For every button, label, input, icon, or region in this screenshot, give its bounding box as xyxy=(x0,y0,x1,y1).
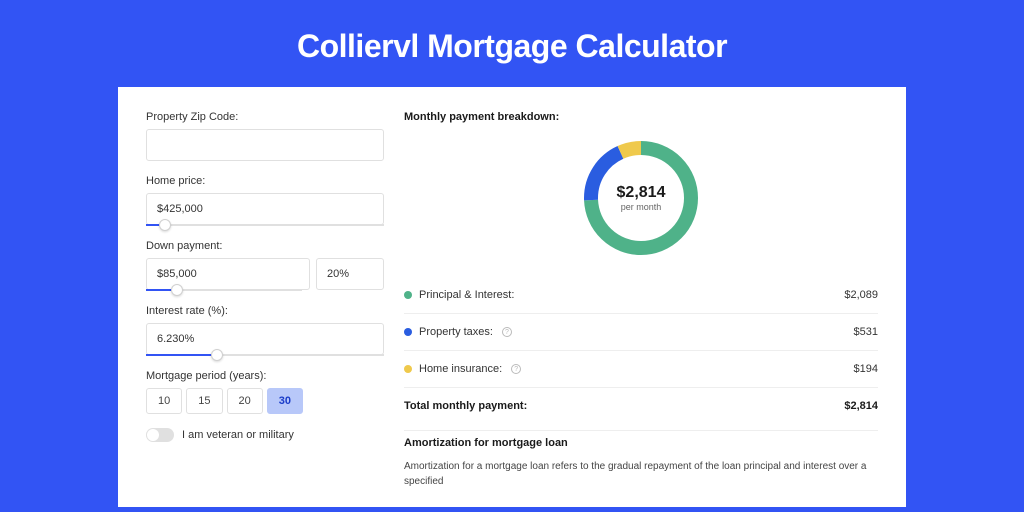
down-payment-input[interactable] xyxy=(146,258,310,290)
divider xyxy=(404,430,878,431)
zip-field: Property Zip Code: xyxy=(146,111,384,161)
total-row: Total monthly payment: $2,814 xyxy=(404,392,878,426)
down-payment-pct-input[interactable] xyxy=(316,258,384,290)
donut-amount: $2,814 xyxy=(617,184,666,202)
home-price-slider[interactable] xyxy=(146,224,384,226)
divider xyxy=(404,350,878,351)
page-title: Colliervl Mortgage Calculator xyxy=(0,0,1024,87)
breakdown-column: Monthly payment breakdown: $2,814 per mo… xyxy=(404,111,878,507)
legend-label: Principal & Interest: xyxy=(419,289,514,301)
veteran-toggle[interactable] xyxy=(146,428,174,442)
zip-input[interactable] xyxy=(146,129,384,161)
legend-label: Home insurance: xyxy=(419,363,502,375)
interest-rate-field: Interest rate (%): xyxy=(146,305,384,356)
legend-dot-icon xyxy=(404,328,412,336)
toggle-knob xyxy=(147,429,159,441)
info-icon[interactable]: ? xyxy=(502,327,512,337)
slider-thumb[interactable] xyxy=(159,219,171,231)
interest-rate-slider[interactable] xyxy=(146,354,384,356)
legend-dot-icon xyxy=(404,365,412,373)
home-price-label: Home price: xyxy=(146,175,384,187)
down-payment-field: Down payment: xyxy=(146,240,384,291)
legend-row: Principal & Interest: $2,089 xyxy=(404,281,878,309)
veteran-label: I am veteran or military xyxy=(182,429,294,441)
interest-rate-label: Interest rate (%): xyxy=(146,305,384,317)
donut-sub: per month xyxy=(621,202,662,212)
legend-value: $194 xyxy=(854,363,878,375)
period-field: Mortgage period (years): 10152030 xyxy=(146,370,384,414)
legend-value: $2,089 xyxy=(844,289,878,301)
period-button-20[interactable]: 20 xyxy=(227,388,263,414)
home-price-field: Home price: xyxy=(146,175,384,226)
period-button-30[interactable]: 30 xyxy=(267,388,303,414)
legend-label: Property taxes: xyxy=(419,326,493,338)
donut-center: $2,814 per month xyxy=(580,137,702,259)
total-value: $2,814 xyxy=(844,400,878,412)
legend-row: Property taxes:? $531 xyxy=(404,318,878,346)
amortization-title: Amortization for mortgage loan xyxy=(404,437,878,449)
divider xyxy=(404,387,878,388)
breakdown-title: Monthly payment breakdown: xyxy=(404,111,878,123)
zip-label: Property Zip Code: xyxy=(146,111,384,123)
inputs-column: Property Zip Code: Home price: Down paym… xyxy=(146,111,384,507)
period-label: Mortgage period (years): xyxy=(146,370,384,382)
home-price-input[interactable] xyxy=(146,193,384,225)
legend-dot-icon xyxy=(404,291,412,299)
slider-thumb[interactable] xyxy=(211,349,223,361)
info-icon[interactable]: ? xyxy=(511,364,521,374)
period-button-10[interactable]: 10 xyxy=(146,388,182,414)
interest-rate-input[interactable] xyxy=(146,323,384,355)
calculator-card: Property Zip Code: Home price: Down paym… xyxy=(118,87,906,507)
veteran-toggle-row: I am veteran or military xyxy=(146,428,384,442)
total-label: Total monthly payment: xyxy=(404,400,527,412)
legend-row: Home insurance:? $194 xyxy=(404,355,878,383)
legend-value: $531 xyxy=(854,326,878,338)
down-payment-slider[interactable] xyxy=(146,289,302,291)
amortization-text: Amortization for a mortgage loan refers … xyxy=(404,459,878,489)
divider xyxy=(404,313,878,314)
down-payment-label: Down payment: xyxy=(146,240,384,252)
donut-chart: $2,814 per month xyxy=(404,137,878,259)
slider-thumb[interactable] xyxy=(171,284,183,296)
period-button-15[interactable]: 15 xyxy=(186,388,222,414)
